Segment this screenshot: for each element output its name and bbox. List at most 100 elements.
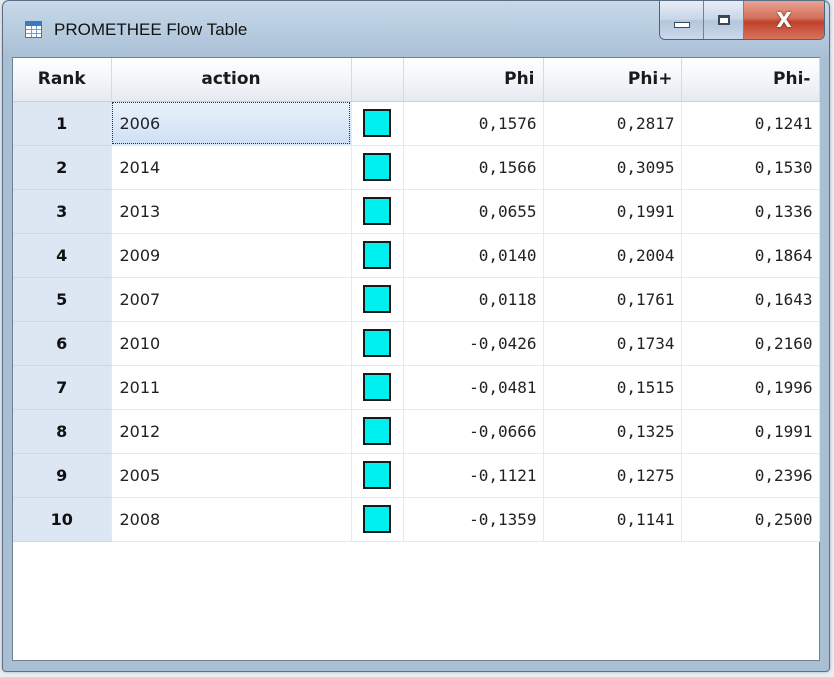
rank-cell: 4	[13, 233, 112, 278]
phi-cell: -0,0666	[403, 409, 544, 454]
color-swatch	[363, 241, 391, 269]
rank-cell: 3	[13, 189, 112, 234]
rank-cell: 1	[13, 101, 112, 146]
phi-minus-cell: 0,2500	[681, 497, 820, 542]
rank-cell: 10	[13, 497, 112, 542]
color-cell[interactable]	[351, 321, 404, 366]
header-row: Rank action Phi Phi+ Phi-	[13, 58, 820, 102]
table-icon	[25, 21, 42, 38]
caption-buttons: X	[659, 1, 825, 40]
color-cell[interactable]	[351, 233, 404, 278]
phi-cell: 0,0655	[403, 189, 544, 234]
minimize-icon	[673, 22, 690, 28]
table-row[interactable]: 5 2007 0,0118 0,1761 0,1643	[13, 277, 820, 322]
color-cell[interactable]	[351, 101, 404, 146]
table-row[interactable]: 7 2011 -0,0481 0,1515 0,1996	[13, 365, 820, 410]
color-swatch	[363, 373, 391, 401]
color-swatch	[363, 417, 391, 445]
flow-table: Rank action Phi Phi+ Phi- 1 2006 0,1576 …	[13, 58, 820, 542]
column-header-rank[interactable]: Rank	[13, 58, 112, 102]
column-header-phi-minus[interactable]: Phi-	[681, 58, 820, 102]
phi-plus-cell: 0,2004	[543, 233, 682, 278]
column-header-phi[interactable]: Phi	[403, 58, 544, 102]
color-cell[interactable]	[351, 145, 404, 190]
maximize-icon	[717, 15, 730, 25]
action-cell[interactable]: 2006	[111, 101, 352, 146]
phi-minus-cell: 0,2160	[681, 321, 820, 366]
color-swatch	[363, 285, 391, 313]
close-button[interactable]: X	[744, 1, 824, 39]
phi-cell: -0,1121	[403, 453, 544, 498]
rank-cell: 6	[13, 321, 112, 366]
phi-plus-cell: 0,1734	[543, 321, 682, 366]
phi-plus-cell: 0,1275	[543, 453, 682, 498]
phi-cell: 0,0118	[403, 277, 544, 322]
minimize-button[interactable]	[660, 1, 704, 39]
phi-cell: -0,0426	[403, 321, 544, 366]
phi-minus-cell: 0,1996	[681, 365, 820, 410]
phi-cell: 0,1566	[403, 145, 544, 190]
phi-cell: -0,1359	[403, 497, 544, 542]
phi-plus-cell: 0,1141	[543, 497, 682, 542]
rank-cell: 5	[13, 277, 112, 322]
action-cell[interactable]: 2008	[111, 497, 352, 542]
color-cell[interactable]	[351, 189, 404, 234]
table-row[interactable]: 8 2012 -0,0666 0,1325 0,1991	[13, 409, 820, 454]
color-swatch	[363, 109, 391, 137]
action-cell[interactable]: 2010	[111, 321, 352, 366]
phi-plus-cell: 0,1991	[543, 189, 682, 234]
title-bar[interactable]: PROMETHEE Flow Table X	[3, 1, 829, 57]
column-header-action[interactable]: action	[111, 58, 352, 102]
phi-minus-cell: 0,1241	[681, 101, 820, 146]
table-row[interactable]: 6 2010 -0,0426 0,1734 0,2160	[13, 321, 820, 366]
column-header-color[interactable]	[351, 58, 404, 102]
phi-minus-cell: 0,2396	[681, 453, 820, 498]
color-cell[interactable]	[351, 277, 404, 322]
action-cell[interactable]: 2005	[111, 453, 352, 498]
color-cell[interactable]	[351, 497, 404, 542]
color-swatch	[363, 461, 391, 489]
phi-plus-cell: 0,1515	[543, 365, 682, 410]
table-area[interactable]: Rank action Phi Phi+ Phi- 1 2006 0,1576 …	[12, 57, 820, 661]
color-cell[interactable]	[351, 409, 404, 454]
phi-minus-cell: 0,1991	[681, 409, 820, 454]
phi-minus-cell: 0,1643	[681, 277, 820, 322]
table-row[interactable]: 10 2008 -0,1359 0,1141 0,2500	[13, 497, 820, 542]
close-icon: X	[776, 8, 792, 32]
maximize-button[interactable]	[704, 1, 744, 39]
column-header-phi-plus[interactable]: Phi+	[543, 58, 682, 102]
table-row[interactable]: 3 2013 0,0655 0,1991 0,1336	[13, 189, 820, 234]
action-cell[interactable]: 2014	[111, 145, 352, 190]
phi-plus-cell: 0,1325	[543, 409, 682, 454]
flow-table-window: PROMETHEE Flow Table X Rank action Phi P…	[2, 0, 830, 672]
action-cell[interactable]: 2012	[111, 409, 352, 454]
table-row[interactable]: 4 2009 0,0140 0,2004 0,1864	[13, 233, 820, 278]
color-swatch	[363, 197, 391, 225]
action-cell[interactable]: 2009	[111, 233, 352, 278]
phi-minus-cell: 0,1864	[681, 233, 820, 278]
rank-cell: 9	[13, 453, 112, 498]
phi-plus-cell: 0,2817	[543, 101, 682, 146]
action-cell[interactable]: 2007	[111, 277, 352, 322]
phi-cell: 0,0140	[403, 233, 544, 278]
color-swatch	[363, 505, 391, 533]
action-cell[interactable]: 2011	[111, 365, 352, 410]
phi-plus-cell: 0,1761	[543, 277, 682, 322]
color-cell[interactable]	[351, 453, 404, 498]
rank-cell: 7	[13, 365, 112, 410]
phi-cell: -0,0481	[403, 365, 544, 410]
action-cell[interactable]: 2013	[111, 189, 352, 234]
color-swatch	[363, 153, 391, 181]
table-row[interactable]: 2 2014 0,1566 0,3095 0,1530	[13, 145, 820, 190]
phi-plus-cell: 0,3095	[543, 145, 682, 190]
color-swatch	[363, 329, 391, 357]
phi-minus-cell: 0,1336	[681, 189, 820, 234]
phi-minus-cell: 0,1530	[681, 145, 820, 190]
rank-cell: 2	[13, 145, 112, 190]
window-title: PROMETHEE Flow Table	[54, 20, 248, 39]
table-row[interactable]: 9 2005 -0,1121 0,1275 0,2396	[13, 453, 820, 498]
rank-cell: 8	[13, 409, 112, 454]
table-row[interactable]: 1 2006 0,1576 0,2817 0,1241	[13, 101, 820, 146]
phi-cell: 0,1576	[403, 101, 544, 146]
color-cell[interactable]	[351, 365, 404, 410]
